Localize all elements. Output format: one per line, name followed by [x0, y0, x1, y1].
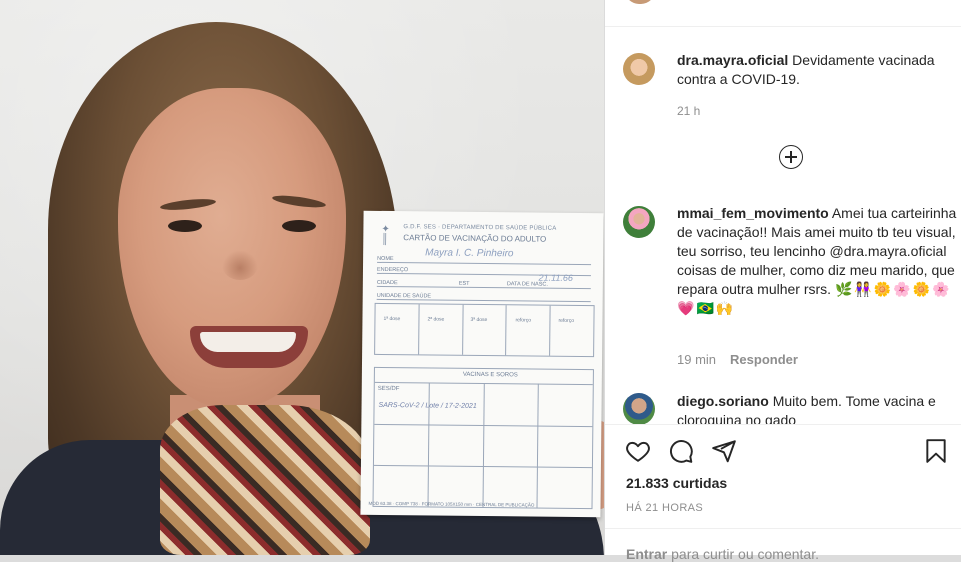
left-eye [168, 220, 202, 232]
vaccination-card: ✦ ║ G.D.F. SES · DEPARTAMENTO DE SAÚDE PÚ… [360, 210, 604, 518]
card-row-unit: UNIDADE DE SAÚDE [376, 292, 591, 303]
dose-label: 2ª dose [427, 316, 445, 323]
person-nose [222, 250, 258, 280]
likes-count[interactable]: 21.833 curtidas [626, 475, 727, 491]
avatar[interactable] [623, 393, 655, 424]
raised-hands-emoji: 🙌 [715, 300, 734, 316]
actions-divider [605, 424, 961, 425]
dose-label: 3ª dose [470, 316, 488, 324]
flower-emoji: 🌸 [932, 281, 950, 297]
blossom-emoji: 🌼 [912, 281, 931, 297]
blossom-emoji: 🌼 [873, 281, 892, 297]
plus-circle-icon[interactable] [779, 145, 803, 169]
comment-username[interactable]: diego.soriano [677, 393, 769, 409]
flower-emoji: 🌸 [893, 281, 911, 297]
table-line [482, 383, 485, 508]
heart-icon[interactable] [625, 438, 651, 464]
card-label-address: ENDEREÇO [376, 266, 409, 274]
card-label-city: CIDADE [376, 279, 398, 287]
login-link[interactable]: Entrar [626, 546, 667, 562]
card-row-city: CIDADE EST DATA DE NASC. 21.11.66 [376, 273, 591, 290]
brazil-flag-emoji: 🇧🇷 [696, 300, 714, 316]
post-caption: dra.mayra.oficial Devidamente vacinada c… [677, 51, 957, 89]
person-scarf [160, 405, 370, 555]
table-line [536, 383, 539, 508]
card-header-title: CARTÃO DE VACINAÇÃO DO ADULTO [403, 233, 547, 244]
post-timestamp[interactable]: HÁ 21 HORAS [626, 502, 703, 514]
card-label-state: EST [458, 280, 470, 287]
dose-grid: 1ª dose 2ª dose 3ª dose reforço reforço [374, 302, 595, 358]
dose-label: reforço [515, 317, 532, 324]
post-photo: ✦ ║ G.D.F. SES · DEPARTAMENTO DE SAÚDE PÚ… [0, 0, 604, 555]
comment-time[interactable]: 19 min [677, 352, 716, 367]
dose-grid-divider [462, 304, 464, 355]
handwritten-vaccine-entry: SARS-CoV-2 / Lote / 17-2-2021 [378, 401, 477, 410]
add-comment-text: para curtir ou comentar. [667, 546, 819, 562]
card-row-name: NOME Mayra I. C. Pinheiro [377, 247, 592, 266]
caption-username[interactable]: dra.mayra.oficial [677, 52, 788, 68]
header-divider [605, 26, 961, 27]
dose-grid-divider [418, 304, 420, 355]
dose-label: reforço [558, 317, 575, 324]
post-sidebar: dra.mayra.oficial Devidamente vacinada c… [604, 0, 961, 562]
vaccines-table: VACINAS E SOROS SES/DF SARS-CoV-2 / Lote… [372, 366, 594, 510]
avatar[interactable] [623, 206, 655, 238]
comment-item: mmai_fem_movimento Amei tua carteirinha … [677, 204, 957, 318]
bookmark-icon[interactable] [923, 438, 949, 464]
send-icon[interactable] [711, 438, 737, 464]
comment-username[interactable]: mmai_fem_movimento [677, 205, 829, 221]
herb-emoji: 🌿 [834, 281, 853, 297]
footer-divider [605, 528, 961, 529]
coat-of-arms-icon: ✦ ║ [381, 223, 390, 246]
comment-item: diego.soriano Muito bem. Tome vacina e c… [677, 392, 957, 424]
comment-clip: diego.soriano Muito bem. Tome vacina e c… [605, 390, 961, 424]
card-label-unit: UNIDADE DE SAÚDE [376, 292, 432, 300]
card-label-name: NOME [377, 255, 394, 263]
heart-emoji: 💗 [677, 300, 695, 316]
women-emoji: 👭 [854, 281, 872, 297]
comment-icon[interactable] [668, 438, 694, 464]
dose-grid-divider [505, 305, 507, 356]
avatar[interactable] [623, 53, 655, 85]
card-header-department: G.D.F. SES · DEPARTAMENTO DE SAÚDE PÚBLI… [403, 224, 557, 232]
comment-meta: 19 min Responder [677, 352, 798, 367]
header-avatar[interactable] [625, 0, 655, 4]
reply-button[interactable]: Responder [730, 352, 798, 367]
person-smile [200, 332, 296, 352]
ses-label: SES/DF [377, 385, 400, 393]
card-value-birth: 21.11.66 [538, 272, 573, 283]
right-eye [282, 220, 316, 232]
dose-grid-divider [549, 305, 551, 356]
caption-time[interactable]: 21 h [677, 104, 700, 118]
dose-label: 1ª dose [383, 315, 401, 323]
table-line [427, 382, 430, 507]
card-value-name: Mayra I. C. Pinheiro [425, 247, 514, 260]
vaccines-title: VACINAS E SOROS [462, 371, 518, 379]
add-comment-prompt: Entrar para curtir ou comentar. [626, 546, 819, 562]
